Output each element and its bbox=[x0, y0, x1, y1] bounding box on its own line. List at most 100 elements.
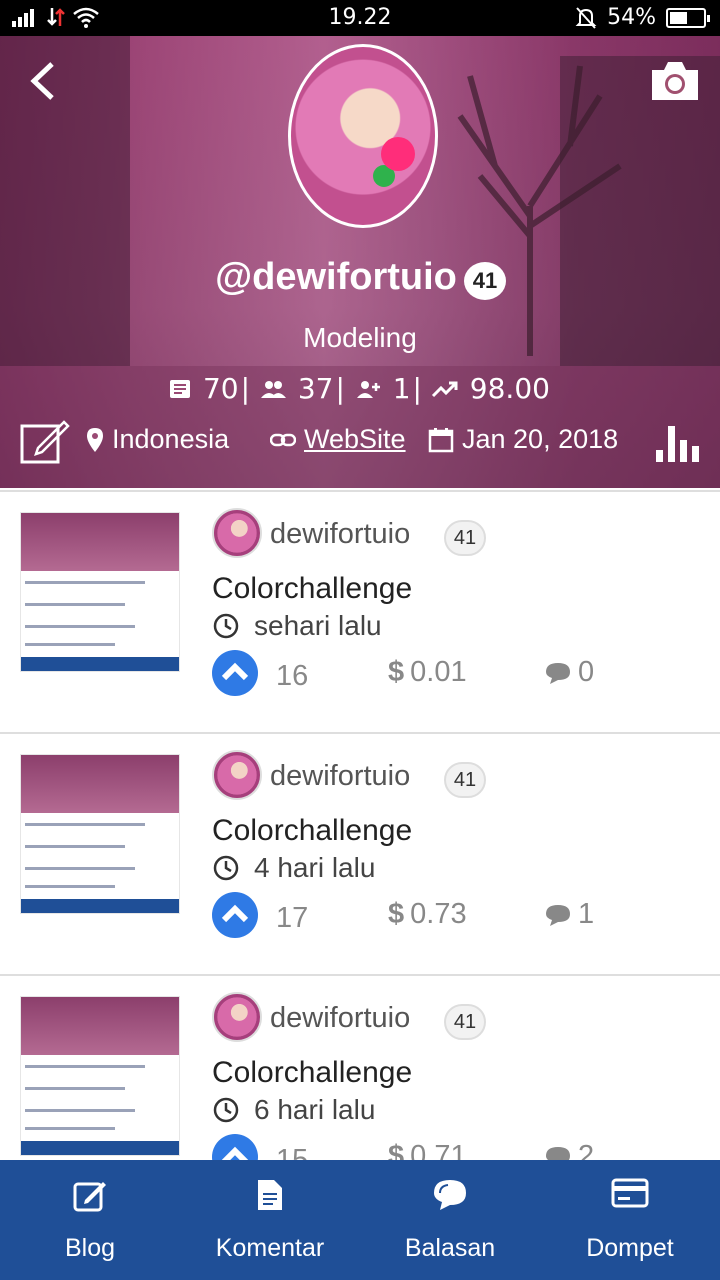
post-feed: dewifortuio 41 Colorchallenge sehari lal… bbox=[0, 490, 720, 1160]
followers-count[interactable]: 37 bbox=[298, 372, 334, 405]
vote-count[interactable]: 16 bbox=[276, 660, 308, 693]
payout-value: 0.71 bbox=[410, 1140, 467, 1160]
comment-icon bbox=[546, 1146, 570, 1160]
thumb-line bbox=[25, 1127, 115, 1130]
chevron-up-icon bbox=[221, 904, 249, 923]
dollar-icon: $ bbox=[388, 898, 405, 930]
edit-profile-icon[interactable] bbox=[20, 418, 70, 464]
thumb-line bbox=[25, 885, 115, 888]
chat-bubble-icon bbox=[434, 1180, 466, 1210]
post-time: 4 hari lalu bbox=[212, 852, 375, 884]
username-text: @dewifortuio bbox=[215, 256, 457, 298]
post-title[interactable]: Colorchallenge bbox=[212, 572, 412, 606]
post-author[interactable]: dewifortuio bbox=[270, 518, 410, 551]
profile-avatar[interactable] bbox=[288, 44, 438, 228]
post-time-text: 6 hari lalu bbox=[254, 1094, 376, 1125]
credit-card-icon bbox=[611, 1178, 649, 1208]
post-title[interactable]: Colorchallenge bbox=[212, 1056, 412, 1090]
comment-count: 1 bbox=[578, 898, 595, 930]
location-text: Indonesia bbox=[112, 424, 230, 454]
website[interactable]: WebSite bbox=[270, 424, 406, 455]
vote-count[interactable]: 15 bbox=[276, 1144, 308, 1160]
post-author-reputation: 41 bbox=[444, 762, 486, 798]
post-time: sehari lalu bbox=[212, 610, 382, 642]
post-author[interactable]: dewifortuio bbox=[270, 760, 410, 793]
back-arrow-icon[interactable] bbox=[26, 60, 62, 102]
post-author-avatar[interactable] bbox=[212, 992, 262, 1042]
comment-icon bbox=[546, 904, 570, 926]
upvote-button[interactable] bbox=[212, 650, 258, 696]
post-author[interactable]: dewifortuio bbox=[270, 1002, 410, 1035]
thumb-line bbox=[25, 845, 125, 848]
join-date: Jan 20, 2018 bbox=[428, 424, 618, 455]
nav-dompet[interactable]: Dompet bbox=[540, 1160, 720, 1280]
post-item[interactable]: dewifortuio 41 Colorchallenge sehari lal… bbox=[0, 490, 720, 732]
post-title[interactable]: Colorchallenge bbox=[212, 814, 412, 848]
calendar-icon bbox=[428, 427, 454, 452]
payout: $0.01 bbox=[388, 656, 467, 689]
post-item[interactable]: dewifortuio 41 Colorchallenge 6 hari lal… bbox=[0, 974, 720, 1160]
camera-icon[interactable] bbox=[648, 60, 702, 102]
following-count[interactable]: 1 bbox=[393, 372, 411, 405]
post-author-avatar[interactable] bbox=[212, 508, 262, 558]
post-author-avatar[interactable] bbox=[212, 750, 262, 800]
profile-stats: 70| 37| 1| 98.00 bbox=[0, 372, 720, 405]
comments[interactable]: 0 bbox=[544, 656, 594, 689]
nav-label: Komentar bbox=[215, 1234, 325, 1262]
comments[interactable]: 1 bbox=[544, 898, 594, 931]
post-author-reputation: 41 bbox=[444, 1004, 486, 1040]
voting-power: 98.00 bbox=[469, 372, 550, 405]
status-bar: 19.22 54% bbox=[0, 0, 720, 36]
status-right: 54% bbox=[575, 5, 710, 30]
thumb-header bbox=[21, 513, 179, 571]
battery-fill bbox=[670, 11, 688, 24]
bottom-navigation: Blog Komentar Balasan Dompet bbox=[0, 1160, 720, 1280]
avatar-flower bbox=[381, 137, 415, 171]
upvote-button[interactable] bbox=[212, 892, 258, 938]
post-item[interactable]: dewifortuio 41 Colorchallenge 4 hari lal… bbox=[0, 732, 720, 974]
nav-label: Balasan bbox=[404, 1234, 496, 1262]
dollar-icon: $ bbox=[388, 656, 405, 688]
clock-icon bbox=[213, 1097, 239, 1123]
thumb-header bbox=[21, 997, 179, 1055]
post-time-text: 4 hari lalu bbox=[254, 852, 376, 883]
comment-count: 0 bbox=[578, 656, 595, 688]
profile-username: @dewifortuio bbox=[0, 256, 720, 299]
thumb-line bbox=[25, 867, 135, 870]
nav-komentar[interactable]: Komentar bbox=[180, 1160, 360, 1280]
battery-icon bbox=[666, 7, 710, 28]
vote-count[interactable]: 17 bbox=[276, 902, 308, 935]
post-thumbnail[interactable] bbox=[20, 996, 180, 1156]
comments[interactable]: 2 bbox=[544, 1140, 594, 1160]
thumb-footer bbox=[21, 899, 179, 913]
upvote-button[interactable] bbox=[212, 1134, 258, 1160]
clock-icon bbox=[213, 855, 239, 881]
nav-label: Blog bbox=[64, 1234, 116, 1262]
nav-blog[interactable]: Blog bbox=[0, 1160, 180, 1280]
join-date-text: Jan 20, 2018 bbox=[462, 424, 619, 454]
reputation-badge: 41 bbox=[464, 262, 506, 300]
payout: $0.71 bbox=[388, 1140, 467, 1160]
payout: $0.73 bbox=[388, 898, 467, 931]
dollar-icon: $ bbox=[388, 1140, 405, 1160]
posts-icon bbox=[170, 380, 191, 398]
following-icon bbox=[356, 381, 380, 398]
thumb-line bbox=[25, 1109, 135, 1112]
bar-chart-icon[interactable] bbox=[656, 422, 702, 464]
followers-icon bbox=[260, 381, 286, 398]
thumb-line bbox=[25, 625, 135, 628]
chevron-up-icon bbox=[221, 1146, 249, 1160]
profile-header: @dewifortuio 41 Modeling 70| 37| 1| 98.0… bbox=[0, 36, 720, 488]
thumb-line bbox=[25, 581, 145, 584]
clock-icon bbox=[213, 613, 239, 639]
thumb-footer bbox=[21, 657, 179, 671]
website-link[interactable]: WebSite bbox=[304, 424, 406, 455]
location-pin-icon bbox=[87, 427, 103, 452]
post-thumbnail[interactable] bbox=[20, 512, 180, 672]
trending-up-icon bbox=[431, 381, 458, 398]
post-thumbnail[interactable] bbox=[20, 754, 180, 914]
mute-bell-icon bbox=[575, 6, 597, 29]
comment-count: 2 bbox=[578, 1140, 595, 1160]
thumb-header bbox=[21, 755, 179, 813]
nav-balasan[interactable]: Balasan bbox=[360, 1160, 540, 1280]
